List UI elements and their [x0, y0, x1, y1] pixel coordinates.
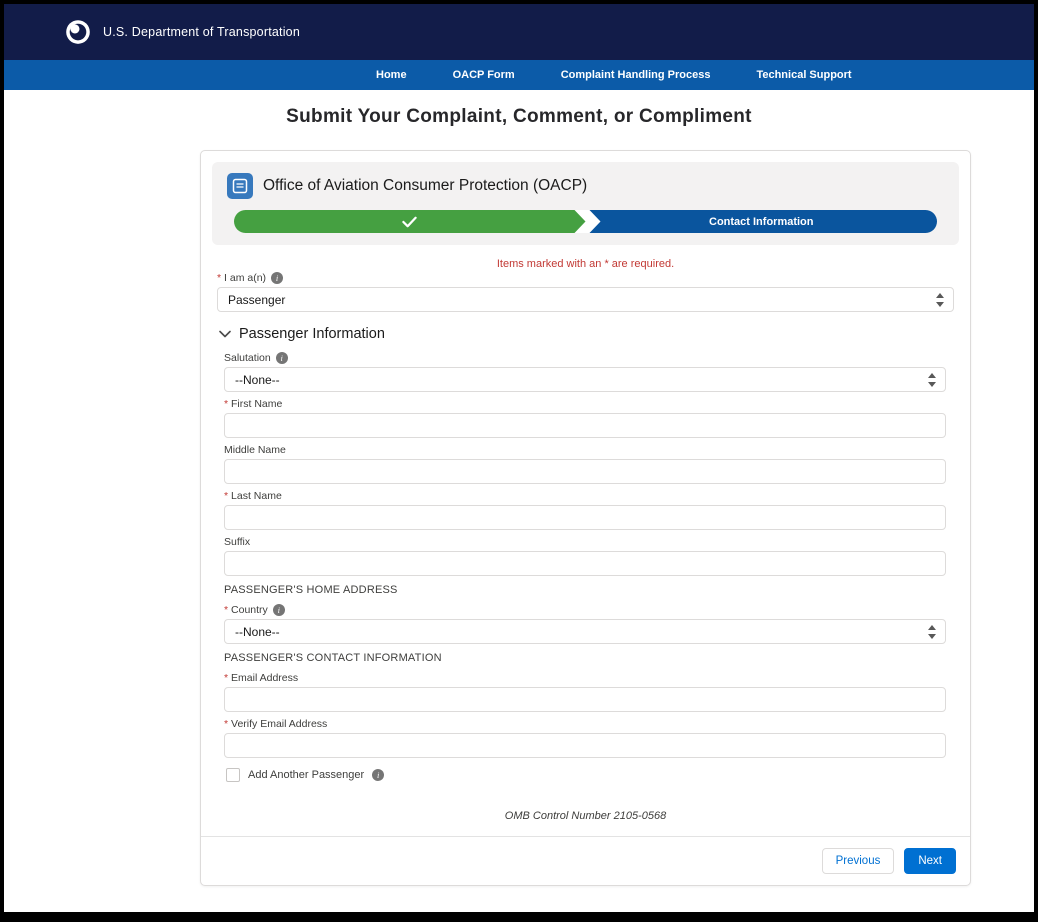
passenger-section-body: Salutation --None-- * Fi — [217, 352, 954, 782]
required-marker: * — [224, 672, 228, 684]
nav-item-oacp-form[interactable]: OACP Form — [453, 69, 515, 81]
email-field: * Email Address — [224, 672, 946, 712]
last-name-input[interactable] — [224, 505, 946, 530]
salutation-label: Salutation — [224, 352, 271, 364]
iama-select[interactable]: Passenger — [217, 287, 954, 312]
passenger-section-header[interactable]: Passenger Information — [217, 326, 954, 342]
progress-path: Contact Information — [234, 210, 937, 233]
agency-name: U.S. Department of Transportation — [103, 25, 300, 39]
first-name-input[interactable] — [224, 413, 946, 438]
last-name-field: * Last Name — [224, 490, 946, 530]
verify-email-input[interactable] — [224, 733, 946, 758]
required-marker: * — [217, 272, 221, 284]
salutation-select[interactable]: --None-- — [224, 367, 946, 392]
add-passenger-checkbox[interactable] — [226, 768, 240, 782]
required-marker: * — [224, 398, 228, 410]
country-label: Country — [231, 604, 268, 616]
info-icon[interactable] — [276, 352, 288, 364]
email-input[interactable] — [224, 687, 946, 712]
stepper-icon — [928, 373, 936, 387]
country-select[interactable]: --None-- — [224, 619, 946, 644]
middle-name-input[interactable] — [224, 459, 946, 484]
info-icon[interactable] — [271, 272, 283, 284]
first-name-field: * First Name — [224, 398, 946, 438]
next-button[interactable]: Next — [904, 848, 956, 874]
verify-email-field: * Verify Email Address — [224, 718, 946, 758]
required-marker: * — [224, 718, 228, 730]
progress-step-current[interactable]: Contact Information — [586, 210, 938, 233]
checkmark-icon — [402, 216, 417, 228]
required-marker: * — [224, 490, 228, 502]
country-field: * Country --None-- — [224, 604, 946, 644]
main-nav: Home OACP Form Complaint Handling Proces… — [4, 60, 1034, 90]
previous-button[interactable]: Previous — [822, 848, 895, 874]
required-note: Items marked with an * are required. — [201, 258, 970, 270]
add-passenger-label: Add Another Passenger — [248, 769, 364, 781]
country-select-value: --None-- — [235, 625, 280, 639]
form-body: * I am a(n) Passenger Passen — [201, 272, 970, 822]
card-title: Office of Aviation Consumer Protection (… — [263, 177, 587, 195]
iama-label: I am a(n) — [224, 272, 266, 284]
stepper-icon — [936, 293, 944, 307]
page-title: Submit Your Complaint, Comment, or Compl… — [4, 106, 1034, 128]
form-note-icon — [227, 173, 253, 199]
suffix-input[interactable] — [224, 551, 946, 576]
omb-control-number: OMB Control Number 2105-0568 — [217, 810, 954, 822]
info-icon[interactable] — [372, 769, 384, 781]
page: U.S. Department of Transportation Home O… — [4, 4, 1034, 912]
progress-step-complete[interactable] — [234, 210, 586, 233]
stepper-icon — [928, 625, 936, 639]
progress-step-label: Contact Information — [709, 216, 814, 228]
info-icon[interactable] — [273, 604, 285, 616]
chevron-down-icon — [219, 330, 231, 338]
home-address-heading: PASSENGER'S HOME ADDRESS — [224, 584, 946, 596]
required-marker: * — [224, 604, 228, 616]
add-passenger-row: Add Another Passenger — [226, 768, 946, 782]
card-footer: Previous Next — [201, 836, 970, 885]
nav-item-home[interactable]: Home — [376, 69, 407, 81]
salutation-select-value: --None-- — [235, 373, 280, 387]
nav-item-technical-support[interactable]: Technical Support — [756, 69, 851, 81]
middle-name-label: Middle Name — [224, 444, 286, 456]
middle-name-field: Middle Name — [224, 444, 946, 484]
suffix-label: Suffix — [224, 536, 250, 548]
card-header: Office of Aviation Consumer Protection (… — [212, 162, 959, 245]
salutation-field: Salutation --None-- — [224, 352, 946, 392]
gov-header: U.S. Department of Transportation — [4, 4, 1034, 60]
contact-info-heading: PASSENGER'S CONTACT INFORMATION — [224, 652, 946, 664]
suffix-field: Suffix — [224, 536, 946, 576]
iama-select-value: Passenger — [228, 293, 285, 307]
verify-email-label: Verify Email Address — [231, 718, 327, 730]
dot-logo-icon — [64, 18, 92, 46]
oacp-form-card: Office of Aviation Consumer Protection (… — [200, 150, 971, 886]
passenger-section-title: Passenger Information — [239, 326, 385, 342]
email-label: Email Address — [231, 672, 298, 684]
iama-field: * I am a(n) Passenger — [217, 272, 954, 312]
last-name-label: Last Name — [231, 490, 282, 502]
nav-item-complaint-handling[interactable]: Complaint Handling Process — [561, 69, 711, 81]
first-name-label: First Name — [231, 398, 282, 410]
browser-frame: U.S. Department of Transportation Home O… — [0, 0, 1038, 922]
